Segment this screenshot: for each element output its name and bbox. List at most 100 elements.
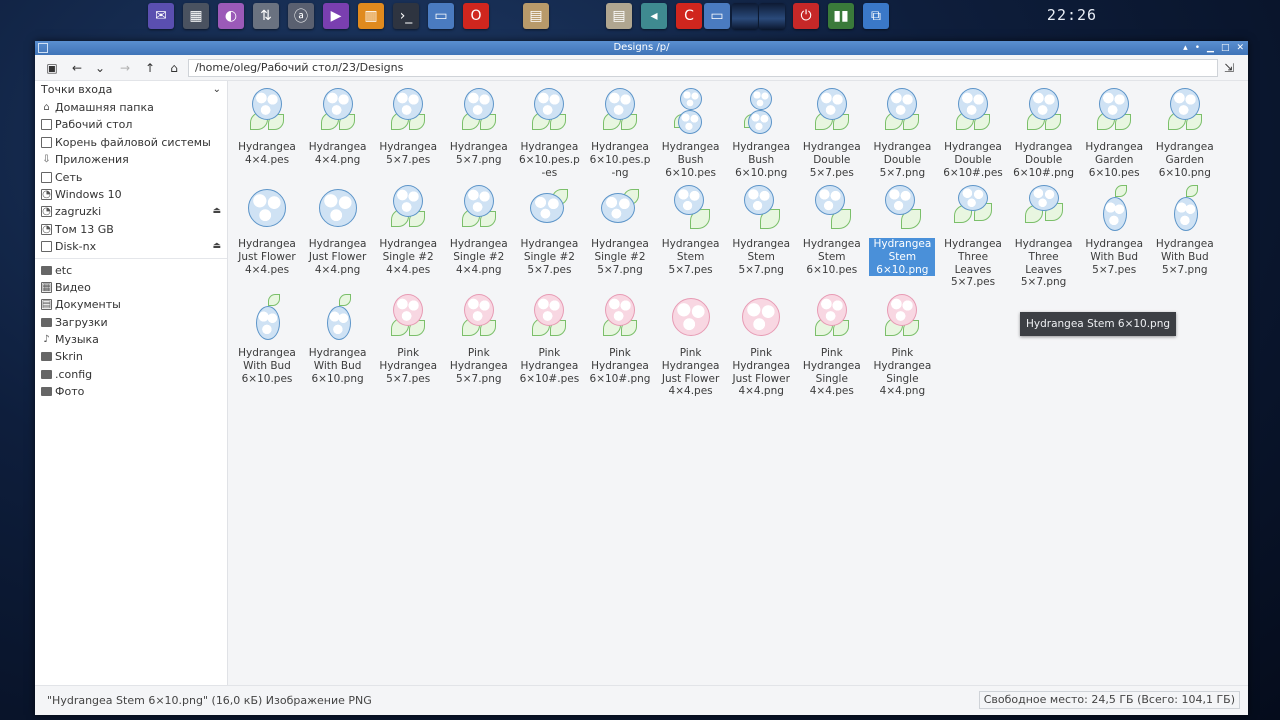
file-item[interactable]: Pink Hydrangea Single 4×4.pes bbox=[799, 289, 865, 398]
file-thumbnail bbox=[740, 86, 782, 138]
audio-launcher-icon[interactable]: ▥ bbox=[358, 3, 384, 29]
network-icon[interactable]: ⧉ bbox=[863, 3, 889, 29]
file-item[interactable]: Hydrangea 5×7.pes bbox=[375, 83, 441, 167]
home-button[interactable]: ⌂ bbox=[165, 59, 183, 77]
sidebar-item-config[interactable]: .config bbox=[35, 366, 227, 383]
file-item[interactable]: Pink Hydrangea 5×7.png bbox=[446, 289, 512, 385]
terminal-launcher-icon[interactable]: ›_ bbox=[393, 3, 419, 29]
file-item[interactable]: Pink Hydrangea Single 4×4.png bbox=[869, 289, 935, 398]
file-item[interactable]: Pink Hydrangea 5×7.pes bbox=[375, 289, 441, 385]
go-button[interactable]: ⇲ bbox=[1220, 59, 1238, 77]
opera-launcher-icon[interactable]: O bbox=[463, 3, 489, 29]
file-item[interactable]: Hydrangea 4×4.png bbox=[305, 83, 371, 167]
transfer-launcher-icon[interactable]: ⇅ bbox=[253, 3, 279, 29]
sidebar-item-home[interactable]: ⌂ Домашняя папка bbox=[35, 99, 227, 116]
file-item[interactable]: Hydrangea Stem 6×10.png bbox=[869, 180, 936, 277]
window-menu-icon[interactable] bbox=[38, 43, 48, 53]
file-item[interactable]: Hydrangea Single #2 5×7.pes bbox=[516, 180, 582, 276]
sidebar-item-zagruzki[interactable]: ◔ zagruzki ⏏ bbox=[35, 203, 227, 220]
file-item[interactable]: Pink Hydrangea Just Flower 4×4.png bbox=[728, 289, 794, 398]
back-button[interactable]: ← bbox=[68, 59, 86, 77]
window-minimize-icon[interactable]: ▁ bbox=[1207, 41, 1214, 55]
file-item[interactable]: Hydrangea 6×10.pes.p-ng bbox=[587, 83, 653, 179]
document-viewer-icon[interactable]: ▤ bbox=[606, 3, 632, 29]
chevron-down-icon[interactable]: ⌄ bbox=[213, 81, 221, 99]
hydrangea-bloom-icon bbox=[605, 294, 635, 326]
window-titlebar[interactable]: Designs /p/ ▴ • ▁ □ ✕ bbox=[35, 41, 1248, 55]
sidebar-item-disk-nx[interactable]: Disk-nx ⏏ bbox=[35, 238, 227, 255]
system-monitor-icon[interactable]: ▮▮ bbox=[828, 3, 854, 29]
media-player-launcher-icon[interactable]: ▶ bbox=[323, 3, 349, 29]
file-item[interactable]: Hydrangea 6×10.pes.p-es bbox=[516, 83, 582, 179]
file-item[interactable]: Hydrangea Just Flower 4×4.png bbox=[305, 180, 371, 276]
power-icon[interactable]: ⏻ bbox=[793, 3, 819, 29]
window-close-icon[interactable]: ✕ bbox=[1236, 41, 1244, 55]
file-item[interactable]: Hydrangea Single #2 5×7.png bbox=[587, 180, 653, 276]
file-item[interactable]: Hydrangea Three Leaves 5×7.png bbox=[1011, 180, 1077, 289]
sidebar-item-network[interactable]: Сеть bbox=[35, 169, 227, 186]
file-item[interactable]: Hydrangea Bush 6×10.pes bbox=[658, 83, 724, 179]
window-maximize-icon[interactable]: □ bbox=[1221, 41, 1230, 55]
eject-icon[interactable]: ⏏ bbox=[212, 203, 221, 220]
sidebar-item-skrin[interactable]: Skrin bbox=[35, 348, 227, 365]
forward-button[interactable]: → bbox=[116, 59, 134, 77]
file-item[interactable]: Hydrangea Just Flower 4×4.pes bbox=[234, 180, 300, 276]
file-item[interactable]: Pink Hydrangea 6×10#.png bbox=[587, 289, 653, 385]
window-shade-icon[interactable]: ▴ bbox=[1183, 41, 1188, 55]
sidebar-item-video[interactable]: ▦ Видео bbox=[35, 279, 227, 296]
file-item[interactable]: Hydrangea Double 6×10#.pes bbox=[940, 83, 1006, 179]
file-item[interactable]: Hydrangea Garden 6×10.png bbox=[1152, 83, 1218, 179]
sidebar-item-documents[interactable]: ▤ Документы bbox=[35, 296, 227, 313]
file-item[interactable]: Hydrangea With Bud 6×10.png bbox=[305, 289, 371, 385]
sidebar-item-applications[interactable]: ⇩ Приложения bbox=[35, 151, 227, 168]
file-item[interactable]: Hydrangea Three Leaves 5×7.pes bbox=[940, 180, 1006, 289]
sidebar-item-desktop[interactable]: Рабочий стол bbox=[35, 116, 227, 133]
file-item[interactable]: Hydrangea With Bud 5×7.pes bbox=[1081, 180, 1147, 276]
sidebar-item-music[interactable]: ♪ Музыка bbox=[35, 331, 227, 348]
file-item[interactable]: Hydrangea 4×4.pes bbox=[234, 83, 300, 167]
sidebar-item-etc[interactable]: etc bbox=[35, 262, 227, 279]
sidebar-item-root[interactable]: Корень файловой системы bbox=[35, 134, 227, 151]
file-item[interactable]: Hydrangea Garden 6×10.pes bbox=[1081, 83, 1147, 179]
app-launcher-icon[interactable]: ⓐ bbox=[288, 3, 314, 29]
file-item[interactable]: Hydrangea With Bud 6×10.pes bbox=[234, 289, 300, 385]
file-item[interactable]: Hydrangea Bush 6×10.png bbox=[728, 83, 794, 179]
file-item[interactable]: Pink Hydrangea Just Flower 4×4.pes bbox=[658, 289, 724, 398]
file-item[interactable]: Hydrangea With Bud 5×7.png bbox=[1152, 180, 1218, 276]
file-item[interactable]: Hydrangea 5×7.png bbox=[446, 83, 512, 167]
file-item[interactable]: Hydrangea Stem 6×10.pes bbox=[799, 180, 865, 276]
path-bar[interactable]: /home/oleg/Рабочий стол/23/Designs bbox=[188, 59, 1218, 77]
calculator-launcher-icon[interactable]: ▦ bbox=[183, 3, 209, 29]
file-manager-window-icon[interactable]: ▭ bbox=[704, 3, 730, 29]
eject-icon[interactable]: ⏏ bbox=[212, 238, 221, 255]
workspace-2-icon[interactable] bbox=[759, 3, 785, 29]
file-item[interactable]: Hydrangea Single #2 4×4.pes bbox=[375, 180, 441, 276]
notes-launcher-icon[interactable]: ▤ bbox=[523, 3, 549, 29]
opera-window-icon[interactable]: C bbox=[676, 3, 702, 29]
leaf-icon bbox=[1185, 185, 1198, 197]
up-button[interactable]: ↑ bbox=[141, 59, 159, 77]
file-item[interactable]: Hydrangea Double 6×10#.png bbox=[1011, 83, 1077, 179]
sidebar-item-downloads[interactable]: Загрузки bbox=[35, 314, 227, 331]
file-thumbnail bbox=[1164, 86, 1206, 138]
file-item[interactable]: Hydrangea Double 5×7.png bbox=[869, 83, 935, 179]
sidebar-item-windows10[interactable]: ◔ Windows 10 bbox=[35, 186, 227, 203]
window-iconify-icon[interactable]: • bbox=[1195, 41, 1200, 55]
sidebar-item-volume-13gb[interactable]: ◔ Том 13 GB bbox=[35, 221, 227, 238]
history-button[interactable]: ⌄ bbox=[91, 59, 109, 77]
sidebar-item-photo[interactable]: Фото bbox=[35, 383, 227, 400]
file-item[interactable]: Pink Hydrangea 6×10#.pes bbox=[516, 289, 582, 385]
file-item[interactable]: Hydrangea Single #2 4×4.png bbox=[446, 180, 512, 276]
new-tab-button[interactable]: ▣ bbox=[43, 59, 61, 77]
volume-icon[interactable]: ◂ bbox=[641, 3, 667, 29]
sidebar-header[interactable]: Точки входа ⌄ bbox=[35, 81, 227, 99]
paint-launcher-icon[interactable]: ◐ bbox=[218, 3, 244, 29]
mail-launcher-icon[interactable]: ✉ bbox=[148, 3, 174, 29]
file-name: Pink Hydrangea 6×10#.png bbox=[589, 347, 651, 385]
clock[interactable]: 22:26 bbox=[1036, 6, 1108, 24]
file-item[interactable]: Hydrangea Stem 5×7.png bbox=[728, 180, 794, 276]
workspace-1-icon[interactable] bbox=[732, 3, 758, 29]
file-item[interactable]: Hydrangea Stem 5×7.pes bbox=[658, 180, 724, 276]
file-item[interactable]: Hydrangea Double 5×7.pes bbox=[799, 83, 865, 179]
file-manager-launcher-icon[interactable]: ▭ bbox=[428, 3, 454, 29]
